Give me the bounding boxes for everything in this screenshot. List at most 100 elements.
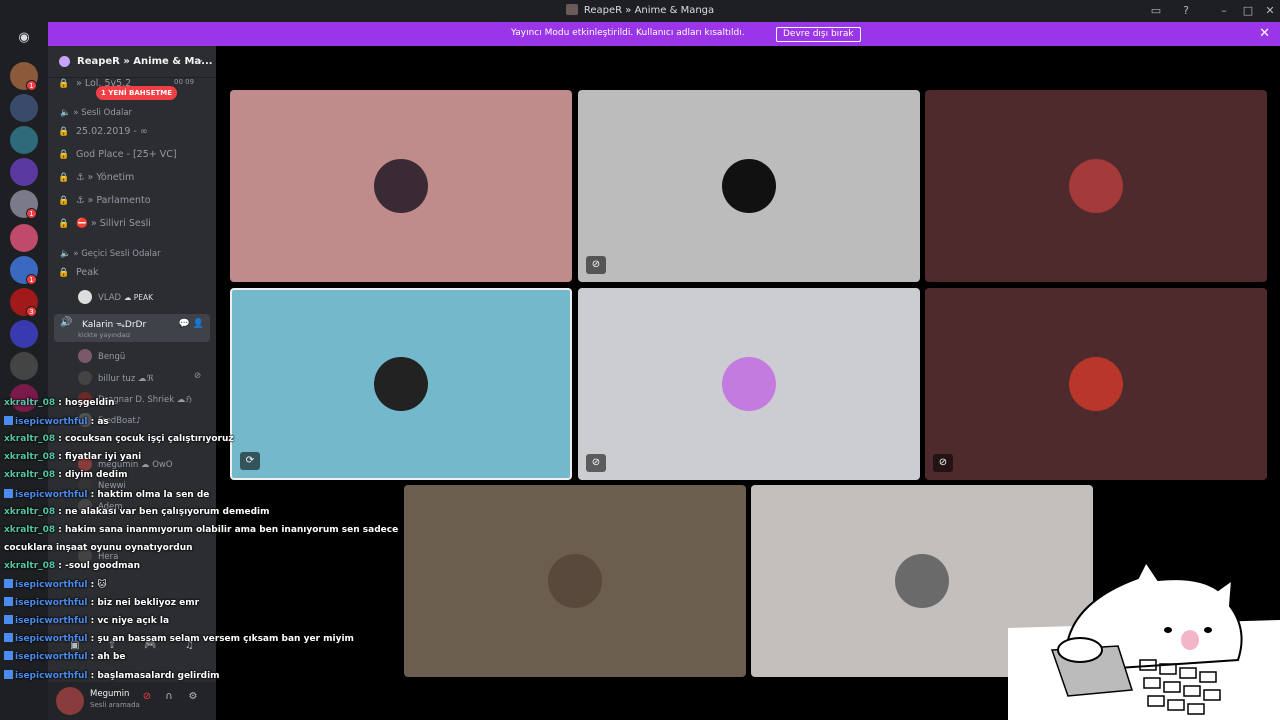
mic-off-icon: ⊘ xyxy=(586,454,606,472)
inbox-icon[interactable]: ▭ xyxy=(1148,3,1164,19)
speaker-icon: 🔈 xyxy=(60,108,71,118)
user-panel: Megumin Sesli aramada ⊘ ∩ ⚙ xyxy=(48,682,216,720)
chat-text: : haktim olma la sen de xyxy=(87,489,210,500)
chat-message: isepicworthful : vc niye açık la xyxy=(4,615,169,626)
temp-voice-category[interactable]: 🔈 » Geçici Sesli Odalar xyxy=(60,249,161,259)
platform-icon xyxy=(4,633,13,643)
channel-item[interactable]: 🔒 ⚓ » Yönetim xyxy=(58,172,208,183)
minimize-icon[interactable]: – xyxy=(1216,3,1232,19)
chat-text: : başlamasalardı gelirdim xyxy=(87,670,220,681)
disable-streamer-mode-button[interactable]: Devre dışı bırak xyxy=(776,27,861,42)
channel-item[interactable]: 🔒 25.02.2019 - ∞ xyxy=(58,126,208,137)
participant-tile[interactable] xyxy=(230,90,572,282)
chat-message: xkraltr_08 : fiyatlar iyi yani xyxy=(4,452,141,462)
server-icon[interactable] xyxy=(10,158,38,186)
chat-text: : cocuksan çocuk işçi çalıştırıyoruz xyxy=(55,434,234,445)
platform-icon xyxy=(4,669,13,679)
chat-text: : vc niye açık la xyxy=(87,616,170,627)
notification-badge: 1 xyxy=(26,208,37,219)
participant-tile[interactable] xyxy=(404,485,746,677)
server-name: ReapeR » Anime & Ma... xyxy=(77,56,213,67)
participant-tile[interactable]: ⊘ xyxy=(578,288,920,480)
participant-avatar xyxy=(722,159,776,213)
participant-avatar xyxy=(374,357,428,411)
voice-member[interactable]: billur tuz ☁ℜ ⊘ xyxy=(78,371,201,385)
stream-chat-overlay: xkraltr_08 : hoşgeldin isepicworthful : a… xyxy=(0,398,398,682)
category-label: » Sesli Odalar xyxy=(73,108,133,118)
maximize-icon[interactable]: □ xyxy=(1240,3,1256,19)
server-icon[interactable] xyxy=(10,352,38,380)
new-mention-pill[interactable]: 1 YENİ BAHSETME xyxy=(96,86,178,100)
chat-username: isepicworthful xyxy=(15,652,88,663)
chat-text: : şu an bassam selam versem çıksam ban y… xyxy=(87,634,354,645)
lock-icon: 🔒 xyxy=(58,127,70,137)
chat-username: isepicworthful xyxy=(15,598,88,609)
lock-icon: 🔒 xyxy=(58,219,70,229)
participant-tile[interactable] xyxy=(925,90,1267,282)
mic-off-icon: ⊘ xyxy=(586,256,606,274)
channel-item[interactable]: 🔒 ⛔ » Silivri Sesli xyxy=(58,218,208,229)
participant-tile[interactable]: ⊘ xyxy=(925,288,1267,480)
channel-item[interactable]: 🔒 ⚓ » Parlamento xyxy=(58,195,208,206)
chat-text: : as xyxy=(87,417,109,428)
mic-off-icon: ⊘ xyxy=(194,371,202,381)
channel-item[interactable]: 🔒 Peak xyxy=(58,267,208,278)
chat-username: xkraltr_08 xyxy=(4,524,56,535)
settings-icon[interactable]: ⚙ xyxy=(186,691,200,705)
chat-message: isepicworthful : as xyxy=(4,416,109,427)
chat-username: isepicworthful xyxy=(15,616,88,627)
platform-icon xyxy=(4,579,13,588)
chat-username: xkraltr_08 xyxy=(4,470,56,481)
participant-tile[interactable]: ⊘ xyxy=(578,90,920,282)
avatar xyxy=(78,371,92,385)
anchor-icon: ⚓ xyxy=(76,172,88,183)
chat-icon[interactable]: 💬 xyxy=(179,319,190,329)
voice-counts: 00 09 xyxy=(174,78,195,86)
chat-username: xkraltr_08 xyxy=(4,452,56,463)
chat-message: xkraltr_08 : hoşgeldin xyxy=(4,398,115,408)
notification-badge: 1 xyxy=(26,274,37,285)
chat-message: isepicworthful : başlamasalardı gelirdim xyxy=(4,669,220,681)
platform-icon xyxy=(4,488,13,498)
bongo-cat-overlay xyxy=(1008,560,1280,720)
mic-off-icon: ⊘ xyxy=(933,454,953,472)
chat-text: : biz nei bekliyoz emr xyxy=(87,598,200,609)
member-name: VLAD xyxy=(98,293,122,303)
chat-username: isepicworthful xyxy=(15,489,88,500)
server-header[interactable]: ReapeR » Anime & Ma... ⌄ xyxy=(48,46,216,78)
chat-message: xkraltr_08 : cocuksan çocuk işçi çalıştı… xyxy=(4,434,234,444)
participant-avatar xyxy=(1069,357,1123,411)
voice-category[interactable]: 🔈 » Sesli Odalar xyxy=(60,108,132,118)
chat-username: isepicworthful xyxy=(15,417,88,428)
active-voice-channel[interactable]: 🔊 Kalarin ᯓDrDr kickte yayındaız 💬 👤 xyxy=(54,314,210,342)
chevron-down-icon[interactable]: ⌄ xyxy=(196,55,204,65)
voice-member[interactable]: Bengü xyxy=(78,349,125,363)
close-banner-icon[interactable]: ✕ xyxy=(1259,26,1270,41)
channel-label: Peak xyxy=(76,267,99,278)
close-window-icon[interactable]: ✕ xyxy=(1262,3,1278,19)
avatar[interactable] xyxy=(56,687,84,715)
member-name: Bengü xyxy=(98,352,126,362)
chat-text: : 🐱 xyxy=(87,580,107,590)
chat-username: isepicworthful xyxy=(15,670,88,681)
server-icon[interactable] xyxy=(10,320,38,348)
server-icon[interactable] xyxy=(10,126,38,154)
discord-home-icon[interactable]: ◉ xyxy=(11,28,37,48)
server-icon[interactable] xyxy=(10,224,38,252)
chat-message: isepicworthful : biz nei bekliyoz emr xyxy=(4,597,199,608)
chat-username: xkraltr_08 xyxy=(4,398,56,408)
mic-off-icon[interactable]: ⊘ xyxy=(140,691,154,705)
notification-badge: 1 xyxy=(26,80,37,91)
voice-member[interactable]: VLAD ☁ PEAK xyxy=(78,290,153,304)
headphones-icon[interactable]: ∩ xyxy=(162,691,176,705)
add-member-icon[interactable]: 👤 xyxy=(193,319,204,329)
chat-username: xkraltr_08 xyxy=(4,560,56,571)
channel-label: God Place - [25+ VC] xyxy=(76,149,177,160)
platform-icon xyxy=(4,597,13,607)
channel-item[interactable]: 🔒 God Place - [25+ VC] xyxy=(58,149,208,160)
channel-label: » Yönetim xyxy=(87,172,135,183)
server-icon[interactable] xyxy=(10,94,38,122)
no-entry-icon: ⛔ xyxy=(76,218,91,229)
chat-message: isepicworthful : şu an bassam selam vers… xyxy=(4,633,354,644)
help-icon[interactable]: ? xyxy=(1178,3,1194,19)
